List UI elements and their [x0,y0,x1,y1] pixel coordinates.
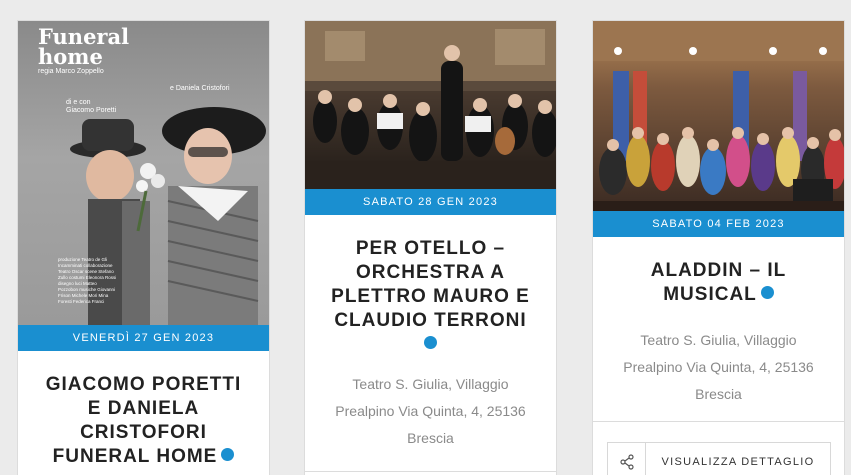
card-footer-divider [593,421,844,422]
address-line: Prealpino Via Quinta, 4, 25136 [623,359,814,375]
event-title-line: ORCHESTRA A [356,262,505,283]
event-card-funeral-home[interactable]: Funeral home regia Marco Zoppello e Dani… [17,20,270,475]
event-title-line: PER OTELLO – [355,238,506,259]
poster-credits: produzione Teatro de Gli Incamminati col… [58,257,117,304]
status-dot-icon [221,448,235,462]
event-title-line: ALADDIN – IL [650,260,787,281]
poster-title-line2: home [38,44,103,69]
address-line: Teatro S. Giulia, Villaggio [640,332,797,348]
share-button[interactable] [608,443,646,475]
event-photo-image[interactable] [305,21,556,189]
event-date-bar: VENERDÌ 27 GEN 2023 [18,325,269,351]
poster-coactor: e Daniela Cristofori [170,85,230,92]
view-details-button[interactable]: VISUALIZZA DETTAGLIO [607,442,831,475]
event-title-line-text: MUSICAL [663,284,757,305]
event-title-line: CLAUDIO TERRONI [334,310,527,331]
poster-actor: Giacomo Poretti [66,107,117,114]
event-title-line: E DANIELA [87,398,200,419]
event-address: Teatro S. Giulia, Villaggio Prealpino Vi… [593,327,844,408]
event-title[interactable]: PER OTELLO – ORCHESTRA A PLETTRO MAURO E… [305,237,556,357]
poster-title: Funeral home [38,26,129,69]
event-card-aladdin[interactable]: SABATO 04 FEB 2023 ALADDIN – IL MUSICAL … [592,20,845,475]
concert-illustration [305,21,556,189]
address-line: Prealpino Via Quinta, 4, 25136 [335,403,526,419]
event-date-bar: SABATO 04 FEB 2023 [593,211,844,237]
event-title-line: FUNERAL HOME [30,445,257,469]
event-poster-image[interactable]: Funeral home regia Marco Zoppello e Dani… [18,21,269,325]
address-line: Teatro S. Giulia, Villaggio [352,376,509,392]
share-icon [619,454,634,470]
poster-director: regia Marco Zoppello [38,68,104,75]
card-footer-divider [305,471,556,472]
status-dot-icon [760,286,774,300]
event-address: Teatro S. Giulia, Villaggio Prealpino Vi… [305,371,556,452]
event-title[interactable]: ALADDIN – IL MUSICAL [593,259,844,307]
event-title-line: GIACOMO PORETTI [45,374,242,395]
view-details-label: VISUALIZZA DETTAGLIO [661,456,815,468]
musical-illustration [593,21,844,211]
event-photo-image[interactable] [593,21,844,211]
poster-by-and-with: di e con [66,99,91,106]
address-line: Brescia [407,430,454,446]
event-title-line: MUSICAL [605,283,832,307]
event-title[interactable]: GIACOMO PORETTI E DANIELA CRISTOFORI FUN… [18,373,269,469]
event-card-per-otello[interactable]: SABATO 28 GEN 2023 PER OTELLO – ORCHESTR… [304,20,557,475]
event-date-bar: SABATO 28 GEN 2023 [305,189,556,215]
status-dot-icon [424,336,437,350]
event-title-line: PLETTRO MAURO E [331,286,530,307]
event-title-line-text: FUNERAL HOME [52,446,218,467]
address-line: Brescia [695,386,742,402]
event-title-line: CRISTOFORI [80,422,207,443]
